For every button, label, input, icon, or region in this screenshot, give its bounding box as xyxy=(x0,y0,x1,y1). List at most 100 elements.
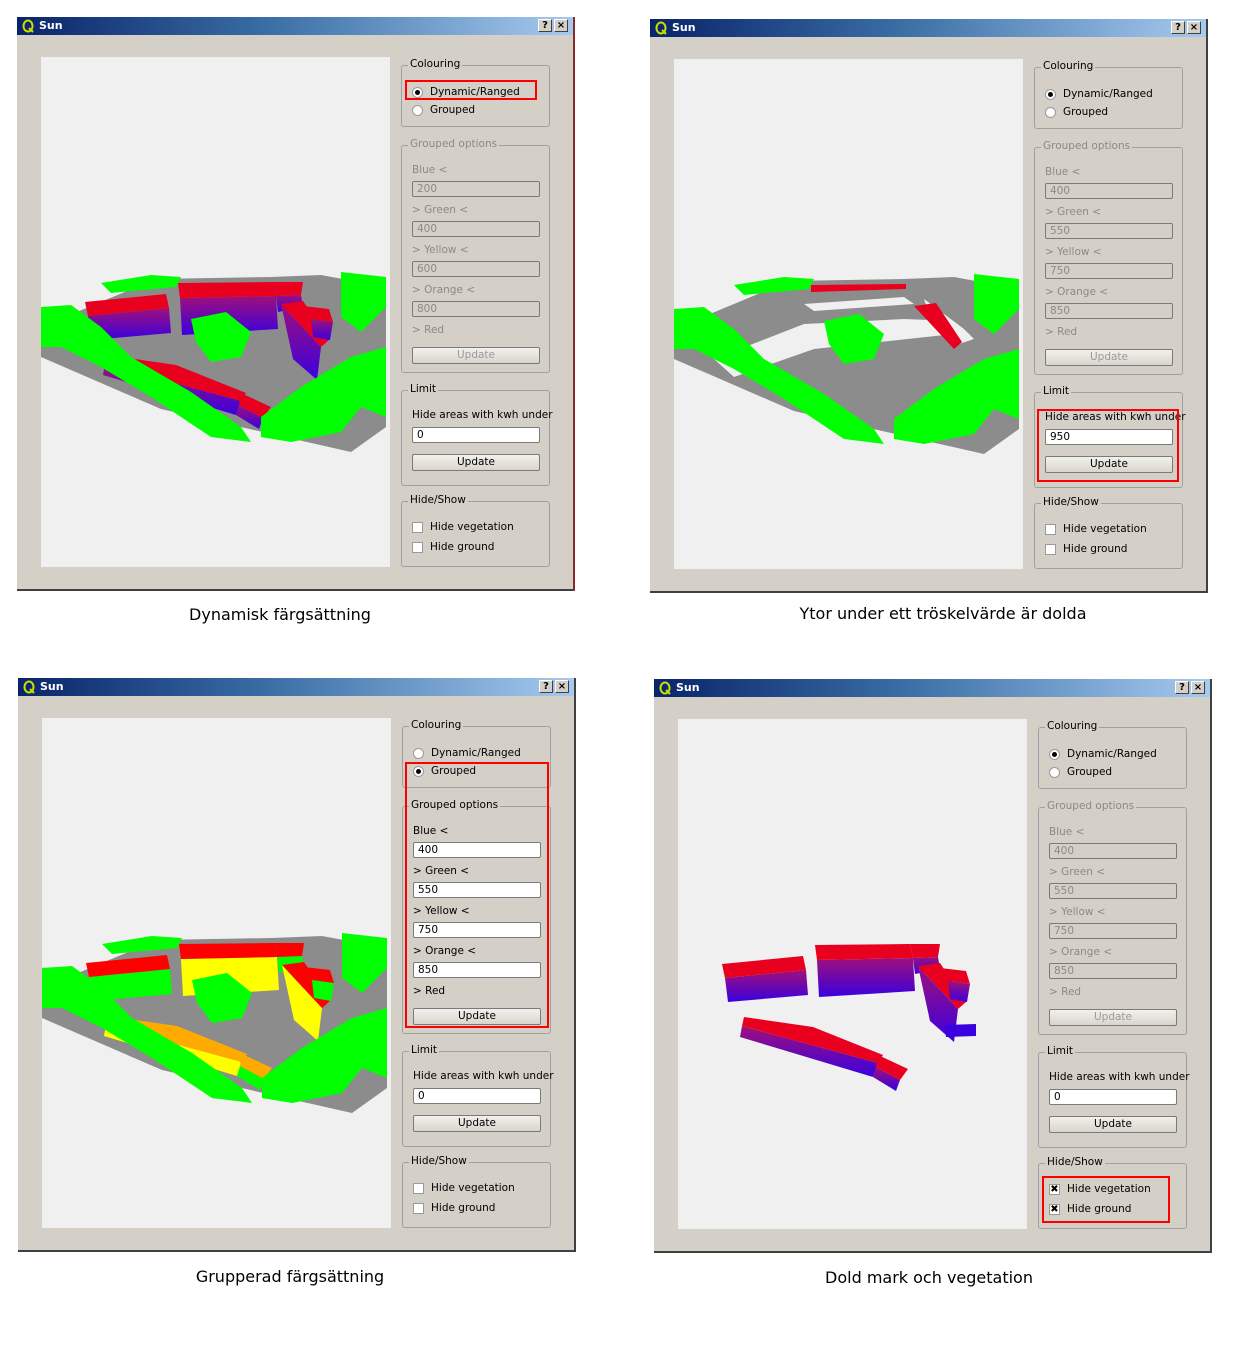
orange-threshold-input[interactable]: 850 xyxy=(1045,303,1173,319)
radio-dynamic-button[interactable] xyxy=(1049,749,1060,760)
limit-title: Limit xyxy=(1041,385,1072,397)
limit-update-button[interactable]: Update xyxy=(412,454,540,471)
blue-threshold-input[interactable]: 400 xyxy=(413,842,541,858)
limit-kwh-input[interactable]: 0 xyxy=(412,427,540,443)
orange-label: > Orange < xyxy=(1049,946,1113,958)
hideshow-group: Hide/Show ✖ Hide vegetation ✖ Hide ground xyxy=(1038,1156,1187,1229)
yellow-label: > Yellow < xyxy=(413,905,470,917)
radio-dynamic-button[interactable] xyxy=(1045,89,1056,100)
help-button[interactable]: ? xyxy=(1175,681,1189,694)
scene-render[interactable] xyxy=(674,59,1023,569)
orange-label: > Orange < xyxy=(413,945,477,957)
radio-grouped-button[interactable] xyxy=(1045,107,1056,118)
radio-grouped-label: Grouped xyxy=(430,104,476,116)
hide-ground-label: Hide ground xyxy=(1067,1203,1132,1215)
help-button[interactable]: ? xyxy=(538,19,552,32)
yellow-threshold-input[interactable]: 600 xyxy=(412,261,540,277)
hide-vegetation-checkbox[interactable] xyxy=(412,522,423,533)
green-threshold-input[interactable]: 550 xyxy=(1049,883,1177,899)
limit-group: Limit Hide areas with kwh under 950 Update xyxy=(1034,385,1186,488)
limit-update-button[interactable]: Update xyxy=(1049,1116,1177,1133)
red-label: > Red xyxy=(1049,986,1082,998)
radio-dynamic-button[interactable] xyxy=(413,748,424,759)
grouped-update-button[interactable]: Update xyxy=(413,1008,541,1025)
close-button[interactable]: × xyxy=(555,680,569,693)
limit-kwh-input[interactable]: 950 xyxy=(1045,429,1173,445)
radio-grouped-button[interactable] xyxy=(413,766,424,777)
hide-ground-checkbox[interactable]: ✖ xyxy=(1049,1204,1060,1215)
scene-render[interactable] xyxy=(42,718,391,1228)
building-wall xyxy=(948,981,970,1002)
limit-kwh-input[interactable]: 0 xyxy=(1049,1089,1177,1105)
hideshow-title: Hide/Show xyxy=(409,1155,469,1167)
close-button[interactable]: × xyxy=(554,19,568,32)
grouped-options-group: Grouped options Blue < 400 > Green < 550 > Ye… xyxy=(1034,140,1183,375)
orange-threshold-input[interactable]: 850 xyxy=(413,962,541,978)
green-label: > Green < xyxy=(1045,206,1102,218)
yellow-threshold-input[interactable]: 750 xyxy=(413,922,541,938)
3d-viewport[interactable] xyxy=(42,718,391,1228)
sun-dialog-hidden: Sun? × Colouring Dynamic/Ranged Grouped Group… xyxy=(654,679,1212,1253)
yellow-threshold-input[interactable]: 750 xyxy=(1049,923,1177,939)
sun-dialog-dynamic: Sun? × Colouring Dynamic/Ranged Grouped Group… xyxy=(17,17,575,591)
radio-grouped-button[interactable] xyxy=(1049,767,1060,778)
orange-label: > Orange < xyxy=(1045,286,1109,298)
title-bar: Sun? × xyxy=(17,17,573,35)
hide-ground-checkbox[interactable] xyxy=(413,1203,424,1214)
3d-viewport[interactable] xyxy=(674,59,1023,569)
scene-render[interactable] xyxy=(678,719,1027,1229)
orange-threshold-input[interactable]: 800 xyxy=(412,301,540,317)
colouring-group: Colouring Dynamic/Ranged Grouped xyxy=(401,58,550,127)
building-roof xyxy=(815,944,913,960)
hide-vegetation-label: Hide vegetation xyxy=(430,521,514,533)
radio-dynamic-label: Dynamic/Ranged xyxy=(431,747,521,759)
hide-ground-label: Hide ground xyxy=(1063,543,1128,555)
building-wall xyxy=(312,980,334,1001)
scene-render[interactable] xyxy=(41,57,390,567)
3d-viewport[interactable] xyxy=(678,719,1027,1229)
grouped-update-button[interactable]: Update xyxy=(1045,349,1173,366)
radio-grouped-button[interactable] xyxy=(412,105,423,116)
building-roof xyxy=(274,943,304,957)
limit-label: Hide areas with kwh under xyxy=(1049,1071,1190,1083)
blue-threshold-input[interactable]: 200 xyxy=(412,181,540,197)
radio-dynamic-button[interactable] xyxy=(412,87,423,98)
green-threshold-input[interactable]: 400 xyxy=(412,221,540,237)
blue-threshold-input[interactable]: 400 xyxy=(1049,843,1177,859)
building-wall xyxy=(311,319,333,340)
yellow-threshold-input[interactable]: 750 xyxy=(1045,263,1173,279)
close-button[interactable]: × xyxy=(1187,21,1201,34)
qgis-app-icon xyxy=(22,19,34,33)
hide-ground-checkbox[interactable] xyxy=(412,542,423,553)
building-roof xyxy=(179,943,277,959)
grouped-update-button[interactable]: Update xyxy=(1049,1009,1177,1026)
help-button[interactable]: ? xyxy=(1171,21,1185,34)
grouped-update-button[interactable]: Update xyxy=(412,347,540,364)
hide-vegetation-checkbox[interactable] xyxy=(413,1183,424,1194)
help-button[interactable]: ? xyxy=(539,680,553,693)
building-roof xyxy=(273,282,303,296)
hideshow-group: Hide/Show Hide vegetation Hide ground xyxy=(1034,496,1183,569)
green-threshold-input[interactable]: 550 xyxy=(413,882,541,898)
3d-viewport[interactable] xyxy=(41,57,390,567)
close-button[interactable]: × xyxy=(1191,681,1205,694)
limit-update-button[interactable]: Update xyxy=(413,1115,541,1132)
hide-vegetation-checkbox[interactable]: ✖ xyxy=(1049,1184,1060,1195)
green-label: > Green < xyxy=(412,204,469,216)
limit-group: Limit Hide areas with kwh under 0 Update xyxy=(1038,1045,1190,1148)
blue-threshold-input[interactable]: 400 xyxy=(1045,183,1173,199)
grouped-options-group: Grouped options Blue < 400 > Green < 550 > Ye… xyxy=(1038,800,1187,1035)
caption-grouped: Grupperad färgsättning xyxy=(195,1267,385,1286)
limit-kwh-input[interactable]: 0 xyxy=(413,1088,541,1104)
limit-update-button[interactable]: Update xyxy=(1045,456,1173,473)
limit-group: Limit Hide areas with kwh under 0 Update xyxy=(401,383,553,486)
grouped-options-title: Grouped options xyxy=(1045,800,1137,812)
hide-ground-checkbox[interactable] xyxy=(1045,544,1056,555)
limit-label: Hide areas with kwh under xyxy=(1045,411,1186,423)
window-title: Sun xyxy=(39,19,63,32)
building-wall xyxy=(817,958,915,997)
orange-threshold-input[interactable]: 850 xyxy=(1049,963,1177,979)
hide-vegetation-checkbox[interactable] xyxy=(1045,524,1056,535)
radio-grouped-label: Grouped xyxy=(431,765,477,777)
green-threshold-input[interactable]: 550 xyxy=(1045,223,1173,239)
